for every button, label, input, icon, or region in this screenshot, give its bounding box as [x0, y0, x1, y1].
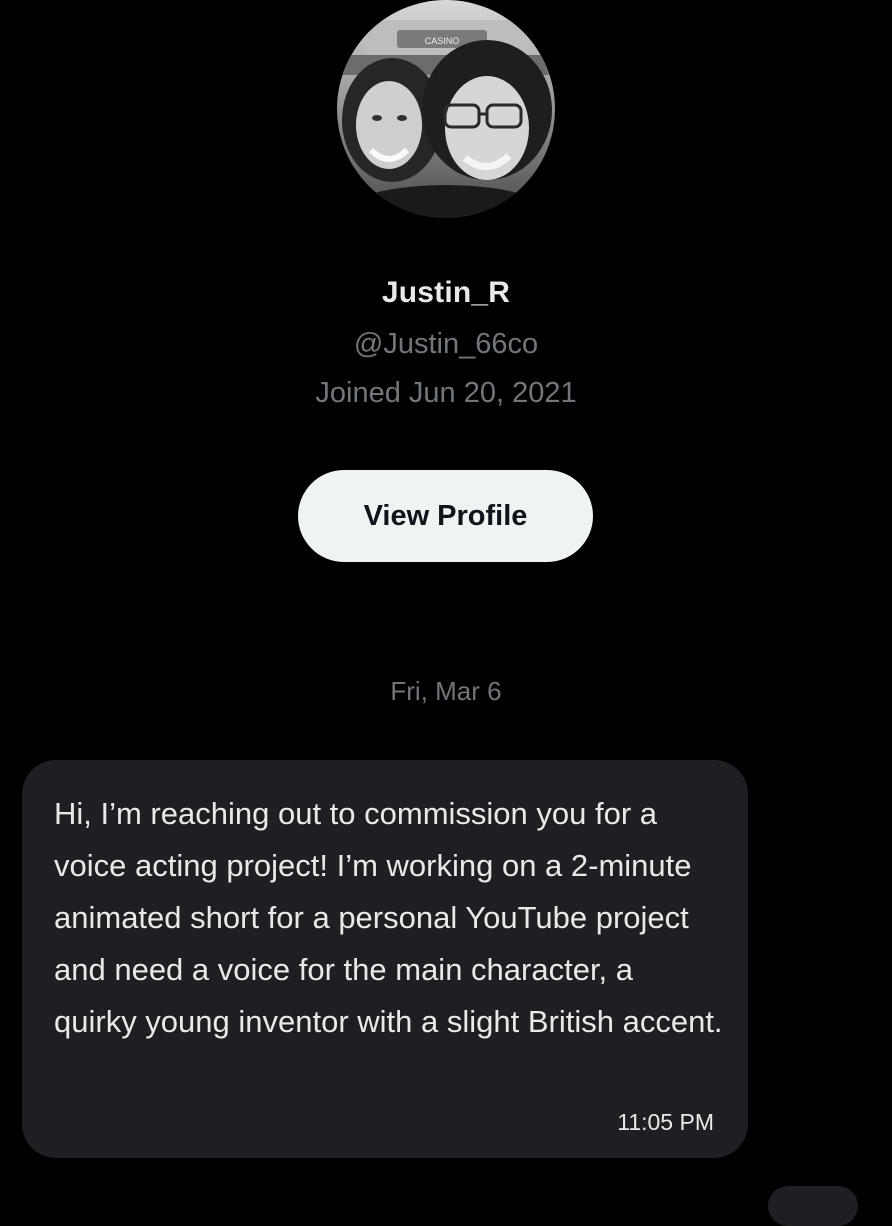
message-timestamp: 11:05 PM	[617, 1109, 714, 1135]
profile-display-name: Justin_R	[381, 276, 511, 309]
avatar-sign-text: CASINO	[425, 36, 460, 46]
view-profile-button[interactable]: View Profile	[298, 470, 593, 562]
profile-handle: @Justin_66co	[353, 328, 539, 360]
date-separator: Fri, Mar 6	[390, 676, 502, 706]
profile-avatar[interactable]: CASINO	[337, 0, 555, 218]
message-text: Hi, I’m reaching out to commission you f…	[54, 796, 723, 1039]
partial-element-bottom-right	[768, 1186, 858, 1226]
avatar-photo: CASINO	[337, 0, 555, 218]
message-bubble[interactable]: Hi, I’m reaching out to commission you f…	[22, 760, 748, 1158]
profile-joined-date: Joined Jun 20, 2021	[315, 377, 577, 409]
